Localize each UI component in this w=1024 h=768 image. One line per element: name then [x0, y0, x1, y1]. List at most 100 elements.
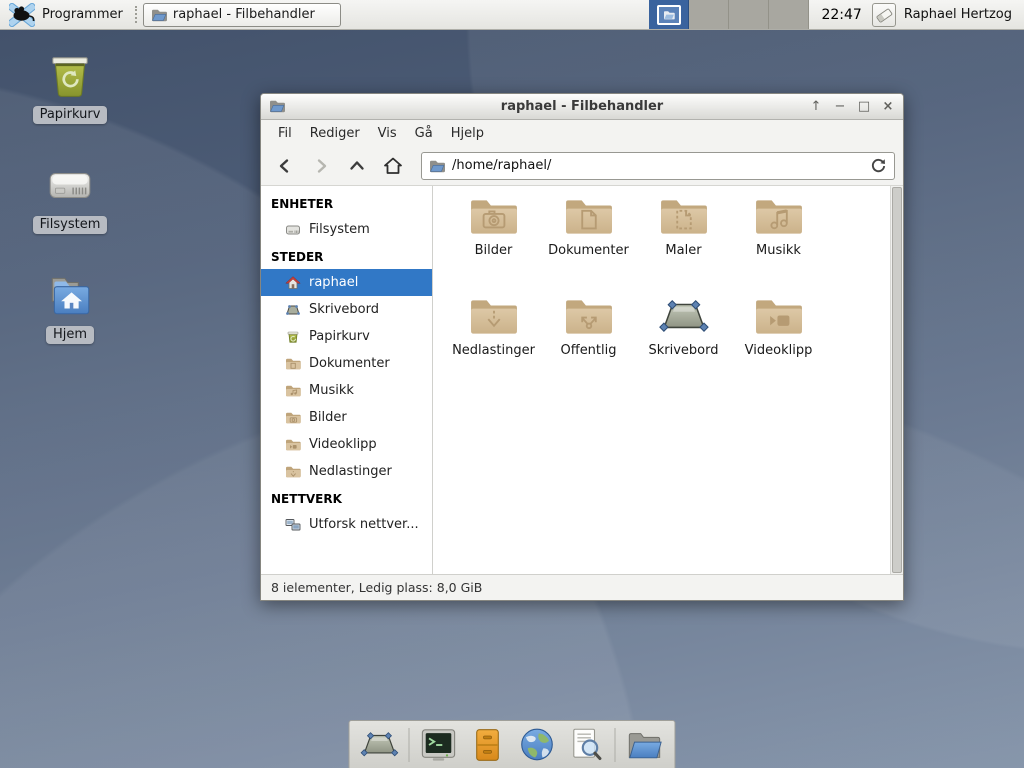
home-button[interactable] [377, 151, 409, 181]
session-action-button[interactable] [872, 3, 896, 27]
desktop-icon-label: Filsystem [33, 216, 108, 234]
menu-vis[interactable]: Vis [369, 122, 406, 145]
folder-launcher[interactable] [625, 725, 665, 765]
sidebar: ENHETER Filsystem STEDER [261, 186, 433, 574]
home-folder-icon [45, 270, 95, 320]
sidebar-item-label: Videoklipp [309, 437, 377, 452]
trash-icon [45, 50, 95, 100]
xfce-logo-icon [9, 3, 35, 27]
file-label: Nedlastinger [452, 343, 535, 358]
folder-music-icon [284, 383, 301, 399]
sidebar-item-musikk[interactable]: Musikk [261, 377, 432, 404]
sidebar-item-network[interactable]: Utforsk nettver... [261, 511, 432, 538]
folder-downloads-icon [284, 464, 301, 480]
file-bilder[interactable]: Bilder [446, 196, 541, 296]
desktop-icon-label: Hjem [46, 326, 94, 344]
taskbar-window-button[interactable]: raphael - Filbehandler [143, 3, 341, 27]
up-button[interactable] [341, 151, 373, 181]
titlebar[interactable]: raphael - Filbehandler ↑ − □ × [261, 94, 903, 120]
network-icon [284, 517, 301, 533]
window-folder-icon [269, 99, 285, 113]
file-manager-window: raphael - Filbehandler ↑ − □ × Fil Redig… [260, 93, 904, 601]
sidebar-item-filsystem[interactable]: Filsystem [261, 216, 432, 243]
file-musikk[interactable]: Musikk [731, 196, 826, 296]
taskbar-grip [135, 6, 140, 23]
back-button[interactable] [269, 151, 301, 181]
sidebar-item-skrivebord[interactable]: Skrivebord [261, 296, 432, 323]
close-button[interactable]: × [881, 100, 895, 113]
workspace-4[interactable] [769, 0, 809, 29]
folder-templates-icon [659, 196, 709, 238]
dock-separator [409, 728, 410, 762]
applications-menu-label: Programmer [42, 7, 123, 22]
folder-music-icon [754, 196, 804, 238]
folder-pictures-icon [284, 410, 301, 426]
file-label: Skrivebord [648, 343, 718, 358]
folder-window-icon [151, 8, 167, 22]
menu-rediger[interactable]: Rediger [301, 122, 369, 145]
file-skrivebord[interactable]: Skrivebord [636, 296, 731, 396]
file-videoklipp[interactable]: Videoklipp [731, 296, 826, 396]
desktop-icon-filesystem[interactable]: Filsystem [18, 160, 122, 234]
sidebar-item-papirkurv[interactable]: Papirkurv [261, 323, 432, 350]
window-title: raphael - Filbehandler [501, 99, 663, 114]
sidebar-item-label: Utforsk nettver... [309, 517, 419, 532]
file-maler[interactable]: Maler [636, 196, 731, 296]
file-grid: Bilder Dokumenter [433, 186, 890, 574]
sidebar-item-nedlastinger[interactable]: Nedlastinger [261, 458, 432, 485]
web-browser-launcher[interactable] [517, 725, 557, 765]
window-controls: ↑ − □ × [809, 94, 895, 119]
file-label: Maler [665, 243, 701, 258]
menu-ga[interactable]: Gå [406, 122, 442, 145]
location-bar[interactable]: /home/raphael/ [421, 152, 895, 180]
file-cabinet-launcher[interactable] [468, 725, 508, 765]
forward-button[interactable] [305, 151, 337, 181]
drive-icon [284, 222, 301, 238]
file-label: Musikk [756, 243, 801, 258]
folder-downloads-icon [469, 296, 519, 338]
folder-public-icon [564, 296, 614, 338]
sidebar-item-bilder[interactable]: Bilder [261, 404, 432, 431]
desktop-icon-trash[interactable]: Papirkurv [18, 50, 122, 124]
file-label: Bilder [475, 243, 513, 258]
workspace-1[interactable] [649, 0, 689, 29]
vertical-scrollbar[interactable] [890, 186, 903, 574]
sidebar-item-label: Nedlastinger [309, 464, 392, 479]
minimize-button[interactable]: − [833, 100, 847, 113]
workspace-2[interactable] [689, 0, 729, 29]
workspace-3[interactable] [729, 0, 769, 29]
pager-window-thumbnail [657, 5, 681, 25]
shade-button[interactable]: ↑ [809, 100, 823, 113]
folder-videos-icon [284, 437, 301, 453]
show-desktop-button[interactable] [360, 725, 400, 765]
sidebar-item-label: Bilder [309, 410, 347, 425]
path-input[interactable]: /home/raphael/ [452, 158, 863, 173]
sidebar-header-devices: ENHETER [261, 190, 432, 216]
desktop-icon-home[interactable]: Hjem [18, 270, 122, 344]
sidebar-header-network: NETTVERK [261, 485, 432, 511]
scrollbar-thumb[interactable] [892, 187, 902, 573]
file-nedlastinger[interactable]: Nedlastinger [446, 296, 541, 396]
sidebar-item-label: raphael [309, 275, 358, 290]
terminal-launcher[interactable] [419, 725, 459, 765]
folder-videos-icon [754, 296, 804, 338]
file-dokumenter[interactable]: Dokumenter [541, 196, 636, 296]
path-folder-icon [429, 159, 445, 173]
sidebar-item-raphael[interactable]: raphael [261, 269, 432, 296]
file-offentlig[interactable]: Offentlig [541, 296, 636, 396]
reload-icon[interactable] [870, 157, 887, 174]
sidebar-item-label: Skrivebord [309, 302, 379, 317]
applications-menu-button[interactable]: Programmer [0, 0, 132, 29]
menu-fil[interactable]: Fil [269, 122, 301, 145]
sidebar-item-dokumenter[interactable]: Dokumenter [261, 350, 432, 377]
logout-eraser-icon [874, 5, 894, 25]
search-files-launcher[interactable] [566, 725, 606, 765]
user-name[interactable]: Raphael Hertzog [904, 7, 1012, 22]
window-content: ENHETER Filsystem STEDER [261, 186, 903, 574]
menu-hjelp[interactable]: Hjelp [442, 122, 493, 145]
maximize-button[interactable]: □ [857, 100, 871, 113]
folder-documents-icon [564, 196, 614, 238]
clock: 22:47 [821, 7, 861, 23]
sidebar-item-videoklipp[interactable]: Videoklipp [261, 431, 432, 458]
workspace-pager [649, 0, 809, 29]
